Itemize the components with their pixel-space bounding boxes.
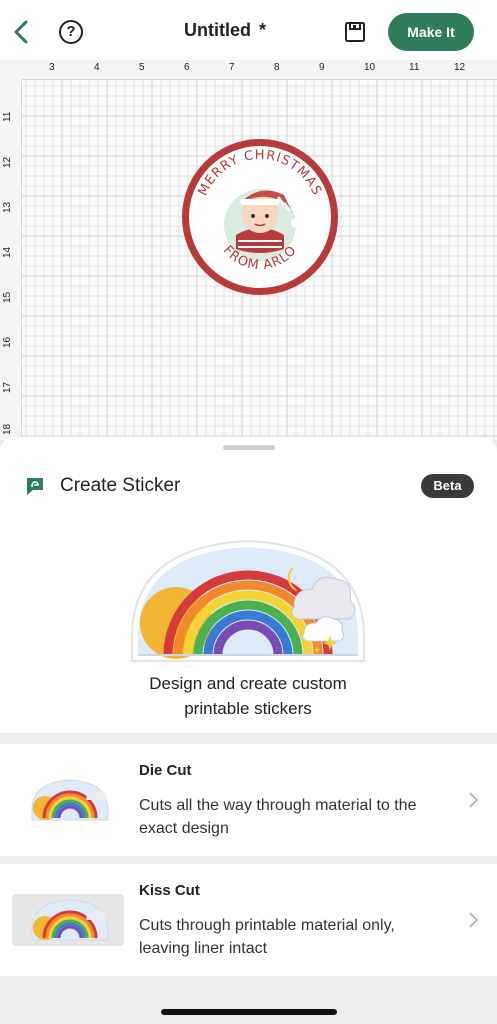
ruler-tick: 14 [2,246,13,258]
die-cut-description: Cuts all the way through material to the… [139,797,417,837]
create-sticker-sheet: Create Sticker Beta Design and create cu… [0,437,497,733]
sheet-description: Design and create custom printable stick… [98,671,398,721]
make-it-button[interactable]: Make It [388,13,474,51]
ruler-tick: 6 [184,62,190,73]
home-indicator [161,1009,337,1015]
ruler-tick: 15 [2,291,13,303]
ruler-tick: 7 [229,62,235,73]
kiss-cut-title: Kiss Cut [139,882,200,899]
ruler-tick: 4 [94,62,100,73]
ruler-top: 3 4 5 6 7 8 9 10 11 12 [22,60,497,80]
sheet-drag-handle[interactable] [223,445,275,450]
help-circle-icon[interactable]: ? [59,20,83,44]
project-title-text: Untitled [183,20,251,40]
kiss-cut-description: Cuts through printable material only, le… [139,917,395,957]
top-bar: ? Untitled * Make It [0,0,497,60]
sheet-description-line1: Design and create custom [149,674,347,693]
ruler-tick: 16 [2,336,13,348]
unsaved-indicator: * [258,20,266,40]
ruler-tick: 12 [454,62,466,73]
chevron-right-icon [469,792,479,808]
die-cut-option[interactable]: Die Cut Cuts all the way through materia… [0,744,497,856]
rainbow-sticker-illustration [131,539,365,662]
ruler-tick: 18 [2,423,13,435]
christmas-sticker-design[interactable]: MERRY CHRISTMAS FROM ARLO [180,137,340,297]
ruler-tick: 13 [2,201,13,213]
beta-badge: Beta [421,474,474,498]
save-icon[interactable] [344,21,366,43]
ruler-tick: 9 [319,62,325,73]
ruler-tick: 3 [49,62,55,73]
ruler-tick: 10 [364,62,376,73]
ruler-tick: 11 [2,111,13,122]
ruler-left: 11 12 13 14 15 16 17 18 [0,80,22,440]
ruler-tick: 11 [409,62,420,73]
ruler-tick: 17 [2,381,13,393]
design-canvas[interactable]: 3 4 5 6 7 8 9 10 11 12 11 12 13 14 15 16… [0,60,497,440]
kiss-cut-thumbnail [31,899,109,941]
ruler-corner [0,60,22,80]
ruler-tick: 12 [2,156,13,168]
chevron-left-icon[interactable] [10,18,34,46]
project-title[interactable]: Untitled * [150,20,300,41]
ruler-tick: 5 [139,62,145,73]
sheet-title: Create Sticker [60,475,181,496]
chevron-right-icon [469,912,479,928]
die-cut-title: Die Cut [139,762,192,779]
die-cut-thumbnail [31,779,109,821]
sticker-icon [27,478,43,495]
ruler-tick: 8 [274,62,280,73]
sheet-description-line2: printable stickers [184,699,312,718]
kiss-cut-option[interactable]: Kiss Cut Cuts through printable material… [0,864,497,976]
